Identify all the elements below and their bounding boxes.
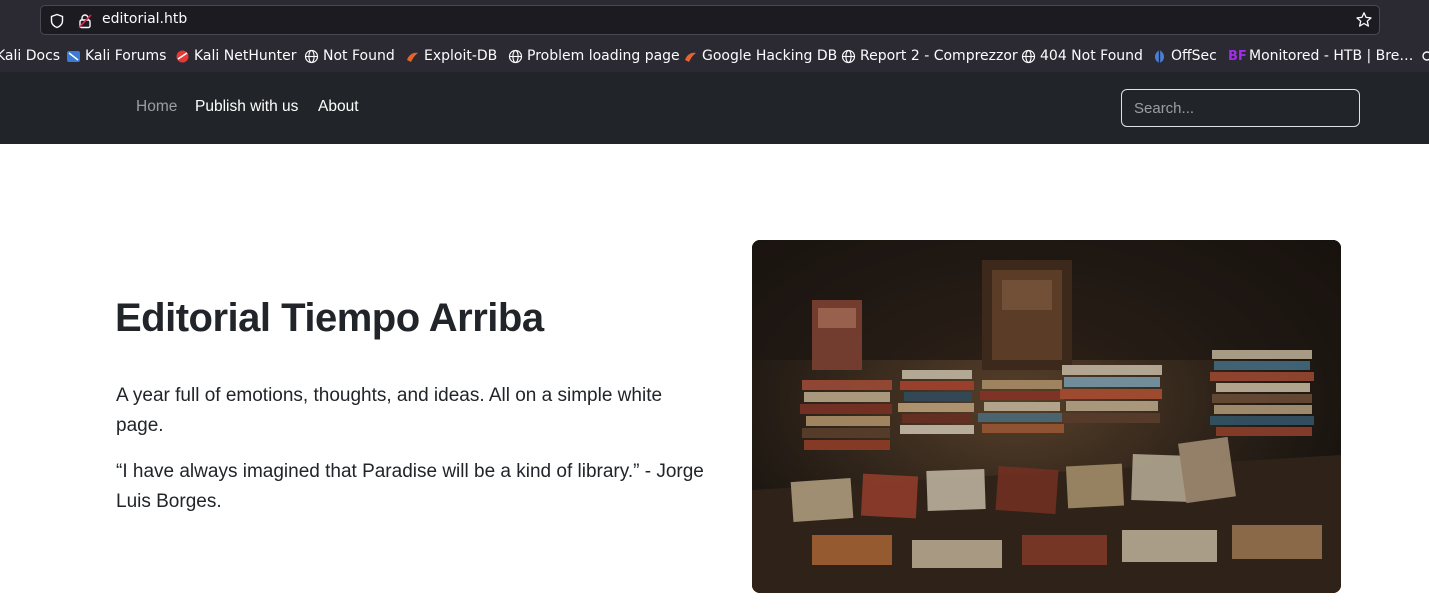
- bookshop-illustration: [752, 240, 1341, 593]
- globe-icon: [304, 49, 319, 63]
- bookmark-404-not-found[interactable]: 404 Not Found: [1021, 47, 1143, 65]
- nav-about-link[interactable]: About: [318, 98, 359, 116]
- offsec-icon: [1155, 49, 1164, 63]
- nav-publish-link[interactable]: Publish with us: [195, 98, 298, 116]
- bookmarks-toolbar: Kali Docs Kali Forums Kali NetHunter Not…: [0, 40, 1429, 72]
- search-input[interactable]: [1121, 89, 1360, 127]
- exploit-db-icon: [407, 52, 418, 62]
- globe-icon: [1021, 49, 1036, 63]
- bf-icon: BF: [1228, 48, 1247, 64]
- exploit-db-icon: [685, 52, 696, 62]
- hero-quote-text: “I have always imagined that Paradise wi…: [116, 461, 704, 512]
- globe-icon: [508, 49, 523, 63]
- bookmark-offsec[interactable]: OffSec: [1152, 47, 1217, 65]
- bookmark-not-found[interactable]: Not Found: [304, 47, 395, 65]
- address-bar[interactable]: editorial.htb: [40, 5, 1380, 35]
- kali-forums-icon: [67, 50, 80, 62]
- lock-icon[interactable]: [77, 13, 93, 29]
- hero-intro-text: A year full of emotions, thoughts, and i…: [116, 385, 663, 436]
- bookmark-google-hacking-db[interactable]: Google Hacking DB: [683, 47, 837, 65]
- hero-bookshop-image: [752, 240, 1341, 593]
- bookmark-kali-nethunter[interactable]: Kali NetHunter: [175, 47, 296, 65]
- kali-nethunter-icon: [176, 50, 189, 62]
- bookmark-kali-forums[interactable]: Kali Forums: [66, 47, 166, 65]
- globe-icon: [841, 49, 856, 63]
- hero-title: Editorial Tiempo Arriba: [115, 296, 544, 340]
- browser-toolbar: editorial.htb: [0, 0, 1429, 40]
- bookmark-problem-loading-page[interactable]: Problem loading page: [508, 47, 680, 65]
- bookmark-exploit-db[interactable]: Exploit-DB: [405, 47, 497, 65]
- nav-home-link[interactable]: Home: [136, 98, 177, 116]
- shield-icon[interactable]: [49, 13, 65, 29]
- bookmarks-overflow-icon[interactable]: [1420, 49, 1429, 63]
- bookmark-report-comprezzor[interactable]: Report 2 - Comprezzor: [841, 47, 1018, 65]
- bookmark-monitored-htb[interactable]: BF Monitored - HTB | Bre…: [1228, 47, 1413, 65]
- site-navbar: Home Publish with us About: [0, 72, 1429, 144]
- bookmark-star-icon[interactable]: [1355, 11, 1373, 29]
- bookmark-kali-docs[interactable]: Kali Docs: [0, 47, 60, 65]
- url-text[interactable]: editorial.htb: [102, 11, 187, 27]
